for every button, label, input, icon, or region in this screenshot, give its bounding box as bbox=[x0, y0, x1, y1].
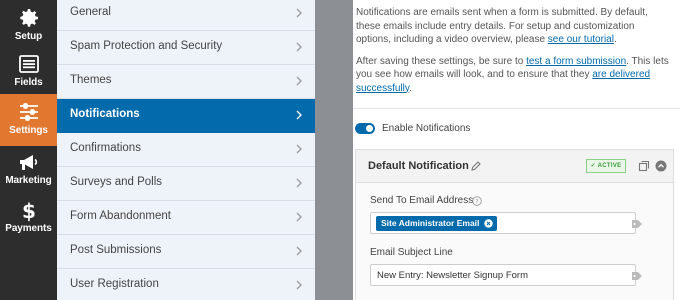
divider bbox=[353, 108, 680, 109]
status-badge: ✓ ACTIVE bbox=[586, 159, 626, 173]
chevron-right-icon bbox=[296, 178, 302, 188]
chevron-up-icon[interactable] bbox=[655, 160, 667, 172]
section-item-form-abandonment[interactable]: Form Abandonment bbox=[57, 201, 315, 235]
smart-tag-icon[interactable] bbox=[627, 269, 645, 283]
chevron-right-icon bbox=[296, 212, 302, 222]
chevron-right-icon bbox=[296, 76, 302, 86]
rail-label: Payments bbox=[5, 223, 52, 234]
intro-paragraph: Notifications are emails sent when a for… bbox=[356, 6, 671, 47]
section-item-notifications[interactable]: Notifications bbox=[57, 99, 315, 133]
enable-notifications-toggle[interactable] bbox=[355, 123, 375, 134]
panel-gutter bbox=[315, 0, 353, 300]
tutorial-link[interactable]: see our tutorial bbox=[548, 34, 614, 45]
rail-label: Settings bbox=[9, 125, 48, 136]
help-icon[interactable]: ? bbox=[472, 196, 482, 206]
gear-icon bbox=[19, 9, 38, 27]
dollar-icon: $ bbox=[22, 199, 36, 222]
section-label: General bbox=[70, 6, 111, 18]
email-chip: Site Administrator Email bbox=[376, 216, 498, 231]
section-item-user-registration[interactable]: User Registration bbox=[57, 269, 315, 300]
chevron-right-icon bbox=[296, 246, 302, 256]
rail-label: Marketing bbox=[5, 175, 52, 186]
section-label: Post Submissions bbox=[70, 244, 162, 256]
svg-text:?: ? bbox=[475, 198, 478, 206]
svg-text:$: $ bbox=[22, 199, 36, 222]
admin-rail: Setup Fields Settings Marketing $ Paymen… bbox=[0, 0, 57, 300]
rail-item-settings[interactable]: Settings bbox=[0, 94, 57, 146]
rail-label: Fields bbox=[14, 77, 43, 88]
chevron-right-icon bbox=[296, 144, 302, 154]
settings-section-list: General Spam Protection and Security The… bbox=[57, 0, 315, 300]
section-label: User Registration bbox=[70, 278, 159, 290]
notifications-panel: Notifications are emails sent when a for… bbox=[353, 0, 680, 300]
section-item-post-submissions[interactable]: Post Submissions bbox=[57, 235, 315, 269]
notification-card: Default Notification ✓ ACTIVE Send To Em… bbox=[355, 149, 674, 300]
chevron-right-icon bbox=[296, 8, 302, 18]
enable-notifications-label: Enable Notifications bbox=[382, 123, 471, 134]
clone-icon[interactable] bbox=[638, 160, 650, 172]
rail-item-setup[interactable]: Setup bbox=[0, 0, 57, 52]
section-item-general[interactable]: General bbox=[57, 0, 315, 31]
notification-card-header: Default Notification ✓ ACTIVE bbox=[356, 150, 673, 183]
test-submission-link[interactable]: test a form submission bbox=[526, 56, 626, 67]
email-chip-label: Site Administrator Email bbox=[381, 218, 480, 228]
toggle-knob bbox=[366, 125, 373, 132]
send-to-email-field[interactable]: Site Administrator Email bbox=[370, 212, 642, 234]
intro-text: . bbox=[409, 82, 412, 94]
list-icon bbox=[18, 55, 39, 73]
section-label: Form Abandonment bbox=[70, 210, 172, 222]
intro-paragraph: After saving these settings, be sure to … bbox=[356, 55, 671, 96]
send-to-label: Send To Email Address bbox=[370, 195, 474, 206]
rail-item-payments[interactable]: $ Payments bbox=[0, 192, 57, 244]
section-item-spam-protection[interactable]: Spam Protection and Security bbox=[57, 31, 315, 65]
section-label: Notifications bbox=[70, 108, 140, 120]
section-item-surveys-polls[interactable]: Surveys and Polls bbox=[57, 167, 315, 201]
chevron-right-icon bbox=[296, 280, 302, 290]
smart-tag-icon[interactable] bbox=[627, 217, 645, 231]
rail-label: Setup bbox=[14, 31, 43, 42]
remove-chip-icon[interactable] bbox=[484, 219, 494, 228]
notifications-intro: Notifications are emails sent when a for… bbox=[356, 6, 671, 103]
megaphone-icon bbox=[19, 155, 37, 170]
section-label: Spam Protection and Security bbox=[70, 40, 223, 52]
notification-title: Default Notification bbox=[368, 160, 469, 172]
section-label: Themes bbox=[70, 74, 112, 86]
sliders-icon bbox=[19, 103, 38, 121]
section-label: Surveys and Polls bbox=[70, 176, 163, 188]
section-item-confirmations[interactable]: Confirmations bbox=[57, 133, 315, 167]
section-item-themes[interactable]: Themes bbox=[57, 65, 315, 99]
rail-item-marketing[interactable]: Marketing bbox=[0, 144, 57, 196]
rail-item-fields[interactable]: Fields bbox=[0, 46, 57, 98]
email-subject-field[interactable]: New Entry: Newsletter Signup Form bbox=[370, 264, 642, 286]
subject-value: New Entry: Newsletter Signup Form bbox=[377, 270, 528, 281]
subject-label: Email Subject Line bbox=[370, 247, 453, 258]
chevron-right-icon bbox=[296, 42, 302, 52]
intro-text: After saving these settings, be sure to bbox=[356, 55, 527, 67]
intro-text: . bbox=[613, 34, 617, 45]
chevron-right-icon bbox=[296, 110, 302, 120]
pencil-icon[interactable] bbox=[470, 160, 482, 172]
section-label: Confirmations bbox=[70, 142, 141, 154]
